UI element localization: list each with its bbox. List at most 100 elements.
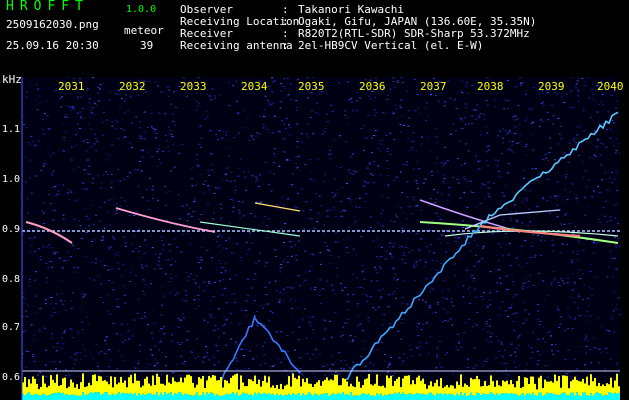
signal-bar-cyan <box>478 393 480 400</box>
signal-bar-cyan <box>568 395 570 400</box>
signal-bar-yellow <box>374 383 376 396</box>
signal-bar-cyan <box>140 394 142 400</box>
signal-bar-cyan <box>530 394 532 400</box>
signal-bar-cyan <box>376 393 378 400</box>
signal-bar-cyan <box>128 393 130 400</box>
signal-bar-yellow <box>368 374 370 394</box>
signal-bar-cyan <box>554 393 556 400</box>
signal-bar-yellow <box>334 374 336 395</box>
signal-bar-cyan <box>618 392 620 400</box>
signal-bar-cyan <box>154 394 156 400</box>
signal-bar-cyan <box>546 392 548 400</box>
signal-bar-yellow <box>394 380 396 393</box>
x-tick-label: 2039 <box>538 80 565 93</box>
signal-bar-yellow <box>310 383 312 394</box>
signal-bar-cyan <box>458 395 460 400</box>
signal-bar-yellow <box>352 386 354 396</box>
signal-bar-yellow <box>338 385 340 393</box>
signal-bar-cyan <box>392 394 394 400</box>
signal-bar-yellow <box>454 388 456 396</box>
signal-bar-cyan <box>240 394 242 400</box>
signal-bar-yellow <box>546 381 548 393</box>
signal-bar-cyan <box>356 395 358 400</box>
signal-bar-cyan <box>408 393 410 400</box>
signal-bar-cyan <box>324 393 326 400</box>
signal-bar-cyan <box>316 394 318 400</box>
signal-bar-cyan <box>288 393 290 400</box>
signal-bar-cyan <box>434 395 436 400</box>
signal-bar-yellow <box>274 387 276 396</box>
signal-bar-cyan <box>30 394 32 400</box>
signal-bar-cyan <box>262 393 264 400</box>
signal-bar-cyan <box>76 395 78 400</box>
signal-bar-yellow <box>460 374 462 393</box>
signal-bar-yellow <box>280 383 282 395</box>
signal-bar-yellow <box>202 375 204 393</box>
x-tick-label: 2040 <box>597 80 624 93</box>
signal-bar-cyan <box>510 392 512 400</box>
signal-bar-yellow <box>132 383 134 395</box>
signal-bar-yellow <box>316 382 318 395</box>
signal-bar-yellow <box>504 381 506 394</box>
signal-bar-cyan <box>38 395 40 400</box>
signal-bar-yellow <box>584 383 586 393</box>
signal-bar-cyan <box>442 394 444 400</box>
signal-bar-yellow <box>398 376 400 393</box>
spectrogram-background <box>22 77 620 400</box>
signal-bar-cyan <box>220 395 222 400</box>
signal-bar-cyan <box>482 393 484 400</box>
signal-bar-cyan <box>450 394 452 400</box>
signal-bar-yellow <box>474 379 476 396</box>
signal-bar-cyan <box>150 393 152 400</box>
signal-bar-yellow <box>538 377 540 393</box>
signal-bar-cyan <box>532 392 534 400</box>
signal-bar-yellow <box>512 384 514 394</box>
signal-bar-cyan <box>524 395 526 400</box>
signal-bar-yellow <box>602 384 604 396</box>
signal-bar-cyan <box>556 394 558 400</box>
signal-bar-yellow <box>160 383 162 393</box>
signal-bar-yellow <box>304 382 306 396</box>
signal-bar-yellow <box>382 385 384 396</box>
signal-bar-cyan <box>308 392 310 400</box>
signal-bar-yellow <box>502 380 504 393</box>
signal-bar-yellow <box>238 389 240 396</box>
signal-bar-cyan <box>494 394 496 400</box>
signal-bar-yellow <box>206 380 208 393</box>
signal-bar-yellow <box>616 373 618 394</box>
signal-bar-cyan <box>312 395 314 400</box>
signal-bar-yellow <box>458 384 460 396</box>
signal-bar-yellow <box>110 376 112 395</box>
signal-bar-yellow <box>328 380 330 396</box>
signal-bar-yellow <box>148 383 150 394</box>
signal-bar-yellow <box>360 387 362 395</box>
signal-bar-yellow <box>262 380 264 394</box>
signal-bar-cyan <box>520 394 522 400</box>
signal-bar-yellow <box>216 380 218 395</box>
signal-bar-yellow <box>140 387 142 395</box>
signal-bar-cyan <box>384 394 386 400</box>
signal-bar-cyan <box>124 393 126 400</box>
signal-bar-yellow <box>540 375 542 393</box>
signal-bar-cyan <box>180 392 182 400</box>
signal-bar-yellow <box>266 382 268 395</box>
signal-bar-yellow <box>224 379 226 395</box>
signal-bar-cyan <box>36 394 38 400</box>
signal-bar-cyan <box>436 393 438 400</box>
signal-bar-yellow <box>548 381 550 394</box>
signal-bar-cyan <box>182 395 184 400</box>
signal-bar-cyan <box>198 395 200 400</box>
signal-bar-yellow <box>100 376 102 395</box>
spectrogram <box>21 77 622 400</box>
signal-bar-cyan <box>374 395 376 400</box>
signal-bar-yellow <box>218 380 220 396</box>
signal-bar-cyan <box>594 393 596 400</box>
signal-bar-cyan <box>252 395 254 400</box>
signal-bar-cyan <box>574 395 576 400</box>
signal-bar-yellow <box>184 377 186 394</box>
signal-bar-cyan <box>32 395 34 400</box>
signal-bar-yellow <box>526 377 528 394</box>
signal-bar-yellow <box>234 374 236 395</box>
signal-bar-cyan <box>264 392 266 400</box>
signal-bar-cyan <box>238 395 240 400</box>
